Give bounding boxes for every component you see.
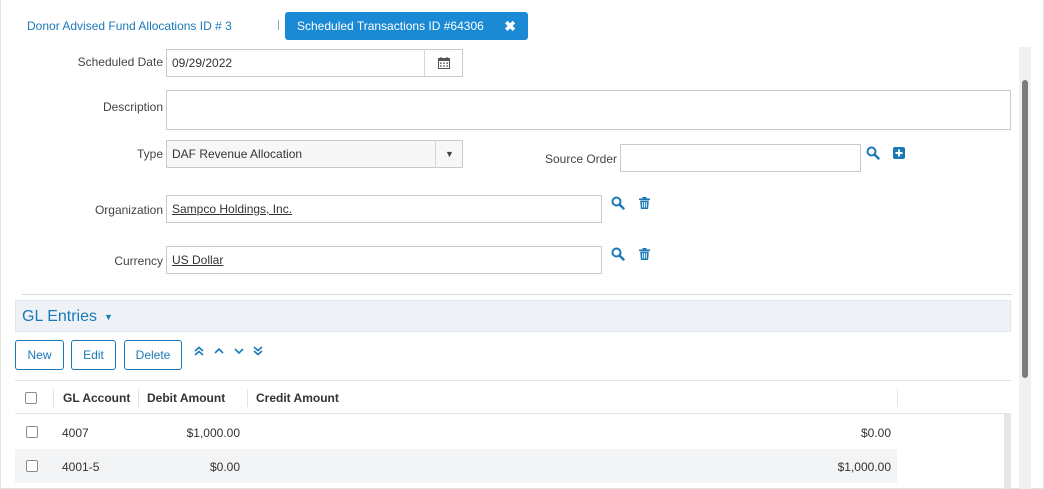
- organization-link[interactable]: Sampco Holdings, Inc.: [172, 202, 292, 216]
- description-label: Description: [102, 100, 163, 114]
- gl-entries-title[interactable]: GL Entries: [22, 308, 97, 326]
- caret-down-icon[interactable]: ▼: [104, 312, 113, 322]
- type-select-value: DAF Revenue Allocation: [172, 147, 303, 161]
- select-all-checkbox[interactable]: [25, 392, 37, 404]
- currency-field[interactable]: US Dollar: [166, 246, 602, 274]
- delete-button[interactable]: Delete: [124, 340, 182, 370]
- column-separator: [53, 389, 54, 407]
- cell-credit-amount: $0.00: [860, 426, 891, 440]
- tab-scheduled-transactions[interactable]: Scheduled Transactions ID #64306 ✖: [285, 12, 528, 40]
- type-select[interactable]: DAF Revenue Allocation: [166, 140, 463, 168]
- cell-gl-account: 4007: [62, 426, 89, 440]
- new-button[interactable]: New: [15, 340, 64, 370]
- column-header-credit-amount[interactable]: Credit Amount: [256, 391, 339, 405]
- move-down-icon[interactable]: [234, 346, 244, 359]
- move-to-top-icon[interactable]: [194, 346, 204, 359]
- cell-debit-amount: $0.00: [209, 460, 240, 474]
- currency-link[interactable]: US Dollar: [172, 253, 223, 267]
- calendar-button[interactable]: [424, 49, 463, 77]
- search-icon[interactable]: [866, 146, 880, 163]
- add-icon[interactable]: [893, 147, 905, 162]
- scheduled-date-label: Scheduled Date: [77, 55, 163, 69]
- tab-label: Scheduled Transactions ID #64306: [297, 19, 484, 33]
- calendar-icon: [437, 57, 450, 69]
- section-divider: [22, 294, 1012, 295]
- move-up-icon[interactable]: [214, 346, 224, 359]
- grid-header: GL Account Debit Amount Credit Amount: [15, 380, 1011, 414]
- column-separator: [138, 389, 139, 407]
- page-scrollbar-thumb[interactable]: [1022, 80, 1028, 378]
- row-checkbox[interactable]: [26, 460, 38, 472]
- breadcrumb-daf-allocations[interactable]: Donor Advised Fund Allocations ID # 3: [27, 19, 232, 33]
- grid-scrollbar[interactable]: [1004, 414, 1011, 489]
- column-separator: [897, 389, 898, 407]
- source-order-label: Source Order: [544, 152, 617, 166]
- cell-credit-amount: $1,000.00: [837, 460, 891, 474]
- breadcrumb-separator: [278, 20, 279, 30]
- edit-button[interactable]: Edit: [71, 340, 116, 370]
- column-separator: [247, 389, 248, 407]
- type-label: Type: [136, 147, 163, 161]
- search-icon[interactable]: [611, 247, 625, 264]
- trash-icon[interactable]: [639, 197, 650, 212]
- trash-icon[interactable]: [639, 248, 650, 263]
- description-field[interactable]: [166, 90, 1011, 130]
- gl-entries-header[interactable]: GL Entries ▼: [15, 300, 1011, 332]
- organization-label: Organization: [94, 203, 163, 217]
- row-checkbox[interactable]: [26, 426, 38, 438]
- cell-gl-account: 4001-5: [62, 460, 100, 474]
- close-icon[interactable]: ✖: [504, 18, 516, 35]
- chevron-down-icon[interactable]: ▼: [435, 140, 463, 168]
- table-row[interactable]: 4007 $1,000.00 $0.00: [15, 415, 897, 449]
- column-header-debit-amount[interactable]: Debit Amount: [147, 391, 225, 405]
- move-to-bottom-icon[interactable]: [253, 346, 263, 359]
- organization-field[interactable]: Sampco Holdings, Inc.: [166, 195, 602, 223]
- scheduled-date-input[interactable]: 09/29/2022: [166, 49, 425, 77]
- currency-label: Currency: [114, 254, 163, 268]
- table-row[interactable]: 4001-5 $0.00 $1,000.00: [15, 449, 897, 483]
- cell-debit-amount: $1,000.00: [186, 426, 240, 440]
- column-header-gl-account[interactable]: GL Account: [63, 391, 130, 405]
- source-order-input[interactable]: [620, 144, 861, 172]
- search-icon[interactable]: [611, 196, 625, 213]
